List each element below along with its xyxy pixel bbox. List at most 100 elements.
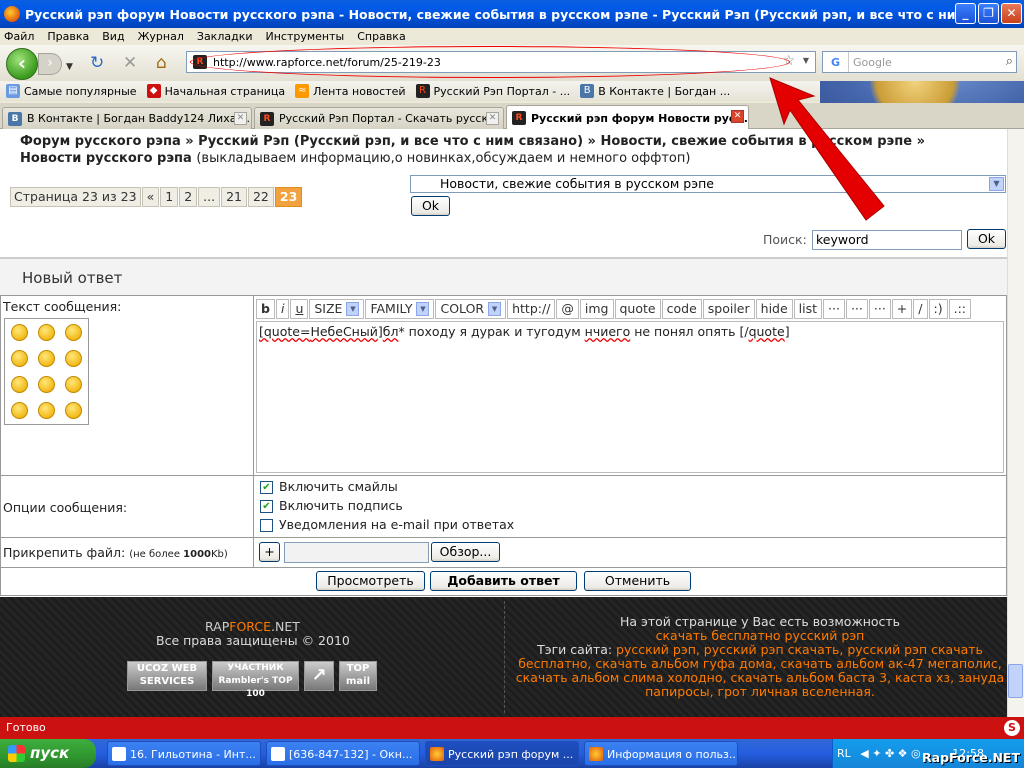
url-button[interactable]: http:// [507, 299, 556, 319]
cancel-button[interactable]: Отменить [584, 571, 691, 591]
url-dropdown-icon[interactable]: ▼ [803, 56, 809, 65]
img-button[interactable]: img [579, 299, 614, 319]
menu-history[interactable]: Журнал [138, 30, 184, 43]
smiley-icon[interactable] [38, 376, 55, 393]
s-icon[interactable]: S [1004, 720, 1020, 736]
hide-button[interactable]: hide [755, 299, 793, 319]
italic-button[interactable]: i [275, 299, 290, 319]
page-link[interactable]: 1 [160, 187, 179, 207]
forum-select[interactable]: Новости, свежие события в русском рэпе ▼ [410, 175, 1006, 193]
menu-file[interactable]: Файл [4, 30, 34, 43]
vertical-scrollbar[interactable] [1007, 129, 1024, 717]
more-button[interactable]: ··· [845, 299, 868, 319]
page-link[interactable]: 22 [247, 187, 274, 207]
bookmark-rap-portal[interactable]: R Русский Рэп Портал - ... [415, 84, 570, 98]
bookmark-start-page[interactable]: ◆ Начальная страница [146, 84, 285, 98]
smiles-checkbox[interactable]: ✔ [260, 481, 273, 494]
search-icon[interactable]: ⌕ [1006, 54, 1013, 69]
list-button[interactable]: list [793, 299, 823, 319]
attach-add-button[interactable]: + [259, 542, 280, 562]
bookmark-news-feed[interactable]: ≈ Лента новостей [295, 84, 406, 98]
smiley-icon[interactable] [38, 324, 55, 341]
breadcrumb-current[interactable]: Новости русского рэпа [20, 151, 192, 166]
home-icon[interactable]: ⌂ [156, 54, 167, 72]
quote-button[interactable]: quote [614, 299, 661, 319]
smiley-icon[interactable] [11, 350, 28, 367]
forward-button[interactable]: › [38, 53, 62, 75]
plus-button[interactable]: + [891, 299, 913, 319]
signature-checkbox[interactable]: ✔ [260, 500, 273, 513]
arrow-badge[interactable]: ↗ [304, 661, 334, 691]
tab-close-icon[interactable]: ✕ [486, 112, 499, 125]
smiley-icon[interactable] [65, 376, 82, 393]
close-button[interactable]: ✕ [1001, 3, 1022, 24]
email-button[interactable]: @ [556, 299, 579, 319]
stop-icon[interactable]: ✕ [123, 54, 137, 72]
menu-tools[interactable]: Инструменты [266, 30, 345, 43]
ucoz-badge[interactable]: UCOZ WEB SERVICES [127, 661, 207, 691]
code-button[interactable]: code [661, 299, 702, 319]
file-path-input[interactable] [284, 542, 429, 563]
taskbar-item[interactable]: [636-847-132] - Окн... [266, 741, 420, 766]
tray-icons[interactable]: ◀ ✦ ✤ ❖ ◎ [860, 747, 920, 760]
language-indicator[interactable]: RL [837, 747, 851, 760]
page-link[interactable]: 21 [221, 187, 247, 207]
more-button[interactable]: ··· [823, 299, 845, 319]
smiley-icon[interactable] [65, 324, 82, 341]
search-engine-box[interactable]: G Google ⌕ [822, 51, 1017, 73]
mail-top-badge[interactable]: TOP mail [339, 661, 377, 691]
history-dropdown-icon[interactable]: ▼ [66, 58, 73, 76]
browse-button[interactable]: Обзор... [431, 542, 500, 562]
bookmark-most-visited[interactable]: ▤ Самые популярные [6, 84, 137, 98]
bookmark-vkontakte[interactable]: BВ Контакте | Богдан ... [580, 84, 730, 98]
smiley-icon[interactable] [11, 402, 28, 419]
footer-brand[interactable]: RAPFORCE.NET [205, 619, 300, 634]
bold-button[interactable]: b [256, 299, 275, 319]
underline-button[interactable]: u [290, 299, 309, 319]
back-button[interactable]: ‹ [6, 48, 38, 80]
page-prev[interactable]: « [141, 187, 160, 207]
maximize-button[interactable]: ❐ [978, 3, 999, 24]
forum-search-input[interactable]: keyword [812, 230, 962, 250]
tab-rap-forum[interactable]: R Русский рэп форум Новости рус... ✕ [506, 105, 749, 130]
tab-close-icon[interactable]: ✕ [731, 110, 744, 123]
close-tags-button[interactable]: / [913, 299, 928, 319]
email-notify-checkbox[interactable] [260, 519, 273, 532]
menu-edit[interactable]: Правка [47, 30, 89, 43]
tab-vkontakte[interactable]: B В Контакте | Богдан Baddy124 Лихач... … [2, 107, 252, 129]
google-icon[interactable]: G [823, 52, 849, 72]
message-textarea[interactable]: [quote=НебеСный] бл* походу я дурак и туг… [256, 321, 1004, 473]
smiley-button[interactable]: :) [928, 299, 948, 319]
smiley-icon[interactable] [65, 350, 82, 367]
search-ok-button[interactable]: Ok [967, 229, 1006, 249]
tab-close-icon[interactable]: ✕ [234, 112, 247, 125]
smiley-icon[interactable] [11, 376, 28, 393]
taskbar-item[interactable]: Информация о польз... [584, 741, 738, 766]
preview-button[interactable]: Просмотреть [316, 571, 425, 591]
menu-view[interactable]: Вид [102, 30, 124, 43]
footer-download-link[interactable]: скачать бесплатно русский рэп [515, 629, 1005, 643]
smiley-icon[interactable] [38, 350, 55, 367]
start-button[interactable]: пуск [0, 739, 96, 768]
forum-go-button[interactable]: Ok [411, 196, 450, 216]
smiley-icon[interactable] [38, 402, 55, 419]
rambler-badge[interactable]: УЧАСТНИК Rambler's TOP 100 [212, 661, 299, 699]
smiley-icon[interactable] [11, 324, 28, 341]
smiley-icon[interactable] [65, 402, 82, 419]
scrollbar-thumb[interactable] [1008, 664, 1023, 698]
taskbar-item-active[interactable]: Русский рэп форум ... [425, 741, 579, 766]
page-link[interactable]: 2 [179, 187, 198, 207]
spoiler-button[interactable]: spoiler [702, 299, 755, 319]
taskbar-item[interactable]: 16. Гильотина - Инт... [107, 741, 261, 766]
submit-reply-button[interactable]: Добавить ответ [430, 571, 577, 591]
menu-bookmarks[interactable]: Закладки [197, 30, 253, 43]
more-button[interactable]: ··· [868, 299, 891, 319]
color-select[interactable]: COLOR ▼ [435, 299, 507, 319]
tab-rap-portal[interactable]: R Русский Рэп Портал - Скачать русск... … [254, 107, 504, 129]
reload-icon[interactable]: ↻ [90, 54, 104, 72]
extra-button[interactable]: .:: [948, 299, 971, 319]
family-select[interactable]: FAMILY ▼ [365, 299, 435, 319]
menu-help[interactable]: Справка [357, 30, 405, 43]
minimize-button[interactable]: _ [955, 3, 976, 24]
chevron-down-icon[interactable]: ▼ [989, 177, 1004, 191]
